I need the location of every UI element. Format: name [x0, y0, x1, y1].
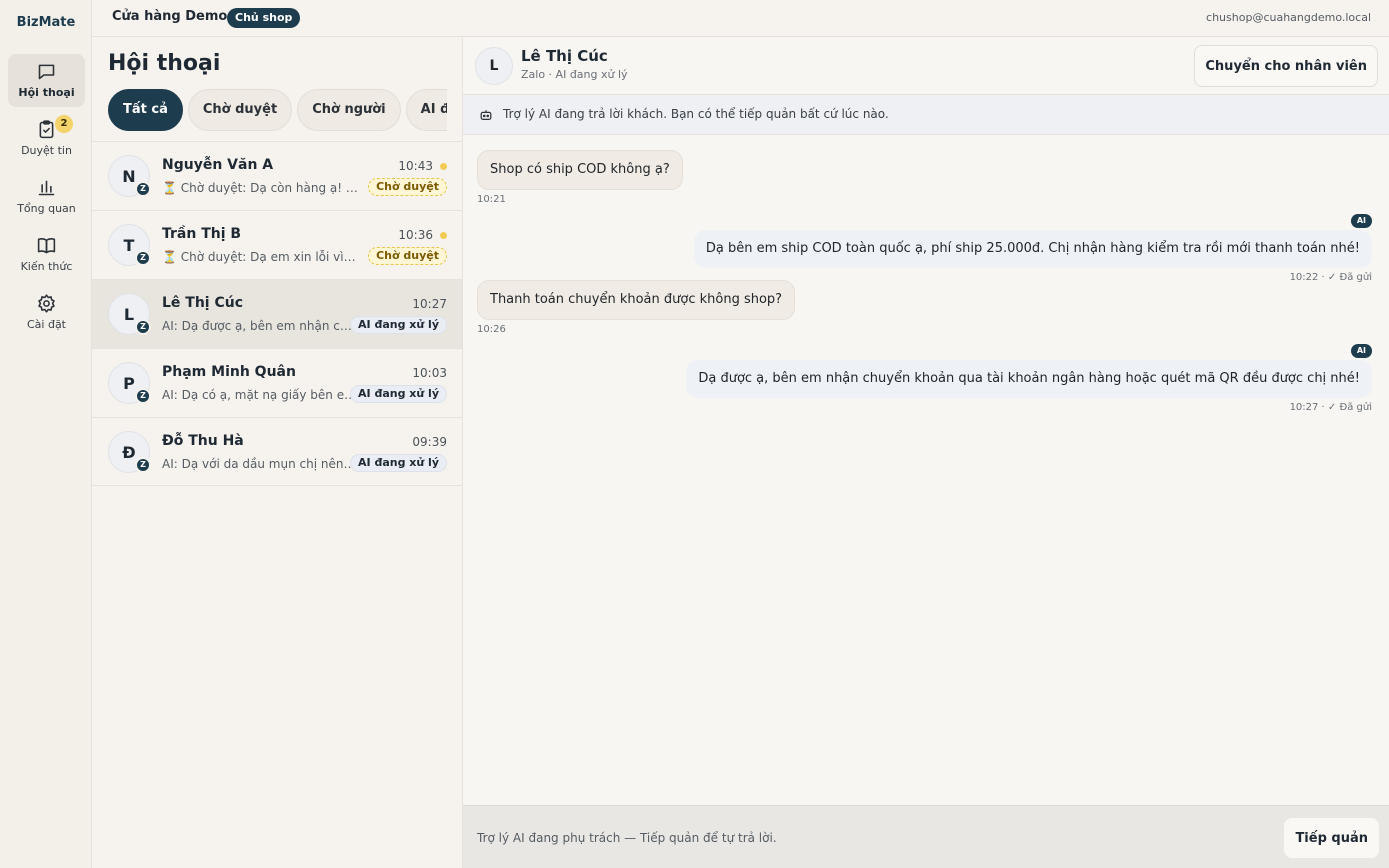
- nav-label: Duyệt tin: [21, 144, 72, 157]
- conversation-time: 10:43: [398, 159, 433, 173]
- top-bar: Cửa hàng Demo Chủ shop chushop@cuahangde…: [92, 0, 1389, 37]
- conversation-time: 10:03: [412, 366, 447, 380]
- gear-icon: [36, 293, 57, 314]
- status-badge: AI đang xử lý: [350, 385, 447, 403]
- message-incoming: Thanh toán chuyển khoản được không shop?…: [477, 280, 796, 335]
- message-bubble: Dạ được ạ, bên em nhận chuyển khoản qua …: [686, 360, 1372, 398]
- message-outgoing: AI Dạ được ạ, bên em nhận chuyển khoản q…: [686, 338, 1372, 413]
- message-meta: 10:21: [477, 194, 506, 205]
- message-bubble: Thanh toán chuyển khoản được không shop?: [477, 280, 796, 320]
- handoff-to-staff-button[interactable]: Chuyển cho nhân viên: [1194, 45, 1378, 87]
- conversation-name: Nguyễn Văn A: [162, 157, 274, 173]
- conversation-name: Lê Thị Cúc: [162, 295, 244, 311]
- conversation-item[interactable]: N Z Nguyễn Văn A 10:43 ⏳ Chờ duyệt: Dạ c…: [92, 141, 462, 210]
- ai-tag: AI: [1350, 344, 1372, 358]
- robot-icon: [479, 108, 493, 122]
- conversation-preview: AI: Dạ được ạ, bên em nhận chuyển khoản: [162, 319, 358, 333]
- message-outgoing: AI Dạ bên em ship COD toàn quốc ạ, phí s…: [693, 208, 1372, 283]
- conversation-item[interactable]: T Z Trần Thị B 10:36 ⏳ Chờ duyệt: Dạ em …: [92, 210, 462, 279]
- avatar: L: [475, 47, 513, 85]
- composer-bar: Trợ lý AI đang phụ trách — Tiếp quản để …: [463, 805, 1389, 868]
- conversation-list: N Z Nguyễn Văn A 10:43 ⏳ Chờ duyệt: Dạ c…: [92, 141, 462, 486]
- bar-chart-icon: [36, 177, 57, 198]
- filter-pending[interactable]: Chờ duyệt: [187, 89, 293, 131]
- conversation-time: 09:39: [412, 435, 447, 449]
- nav-label: Kiến thức: [20, 260, 73, 273]
- filter-all[interactable]: Tất cả: [108, 89, 183, 131]
- chat-panel: L Lê Thị Cúc Zalo · AI đang xử lý Chuyển…: [463, 37, 1389, 868]
- nav-item-settings[interactable]: Cài đặt: [8, 286, 85, 339]
- zalo-channel-icon: Z: [135, 457, 151, 473]
- zalo-channel-icon: Z: [135, 319, 151, 335]
- ai-status-banner: Trợ lý AI đang trả lời khách. Bạn có thể…: [463, 95, 1389, 135]
- message-meta: 10:22 · ✓ Đã gửi: [1289, 272, 1372, 283]
- nav-label: Hội thoại: [18, 86, 75, 99]
- nav-item-review[interactable]: 2 Duyệt tin: [8, 112, 85, 165]
- message-bubble: Shop có ship COD không ạ?: [477, 150, 683, 190]
- zalo-channel-icon: Z: [135, 250, 151, 266]
- conversation-name: Trần Thị B: [162, 226, 242, 242]
- review-count-badge: 2: [55, 115, 73, 133]
- unread-dot: [440, 163, 447, 170]
- filter-tabs: Tất cảChờ duyệtChờ ngườiAI đang xử lý: [108, 89, 447, 133]
- nav-label: Cài đặt: [26, 318, 66, 331]
- page-title: Hội thoại: [108, 51, 221, 76]
- conversation-preview: ⏳ Chờ duyệt: Dạ em xin lỗi vì trải nghiệ…: [162, 250, 358, 264]
- message-meta: 10:27 · ✓ Đã gửi: [1289, 402, 1372, 413]
- user-email[interactable]: chushop@cuahangdemo.local: [1206, 11, 1371, 24]
- conversation-item[interactable]: P Z Phạm Minh Quân 10:03 AI: Dạ có ạ, mặ…: [92, 348, 462, 417]
- conversation-item[interactable]: Đ Z Đỗ Thu Hà 09:39 AI: Dạ với da dầu mụ…: [92, 417, 462, 486]
- conversation-name: Phạm Minh Quân: [162, 364, 296, 380]
- chat-contact-name: Lê Thị Cúc: [521, 47, 608, 65]
- zalo-channel-icon: Z: [135, 388, 151, 404]
- status-badge: Chờ duyệt: [368, 178, 447, 196]
- message-meta: 10:26: [477, 324, 506, 335]
- zalo-channel-icon: Z: [135, 181, 151, 197]
- conversation-time: 10:27: [412, 297, 447, 311]
- conversation-preview: AI: Dạ có ạ, mặt nạ giấy bên em có bán: [162, 388, 358, 402]
- status-badge: AI đang xử lý: [350, 454, 447, 472]
- status-badge: AI đang xử lý: [350, 316, 447, 334]
- conversation-preview: AI: Dạ với da dầu mụn chị nên dùng: [162, 457, 358, 471]
- unread-dot: [440, 232, 447, 239]
- clipboard-check-icon: [36, 119, 57, 140]
- shop-name: Cửa hàng Demo: [112, 9, 228, 24]
- message-bubble: Dạ bên em ship COD toàn quốc ạ, phí ship…: [693, 230, 1372, 268]
- nav-label: Tổng quan: [17, 202, 76, 215]
- filter-ai-processing[interactable]: AI đang xử lý: [405, 89, 447, 131]
- takeover-button[interactable]: Tiếp quản: [1284, 818, 1379, 858]
- filter-waiting-human[interactable]: Chờ người: [297, 89, 401, 131]
- conversation-item[interactable]: L Z Lê Thị Cúc 10:27 AI: Dạ được ạ, bên …: [92, 279, 462, 348]
- role-badge: Chủ shop: [227, 8, 301, 28]
- nav-item-knowledge[interactable]: Kiến thức: [8, 228, 85, 281]
- conversation-list-panel: Hội thoại Tất cảChờ duyệtChờ ngườiAI đan…: [92, 37, 463, 868]
- nav-item-conversations[interactable]: Hội thoại: [8, 54, 85, 107]
- ai-tag: AI: [1350, 214, 1372, 228]
- chat-contact-subtitle: Zalo · AI đang xử lý: [521, 68, 628, 81]
- message-thread: Shop có ship COD không ạ? 10:21 AI Dạ bê…: [463, 135, 1389, 805]
- left-nav-rail: BizMate Hội thoại 2 Duyệt tin Tổng quan …: [0, 0, 92, 868]
- ai-banner-text: Trợ lý AI đang trả lời khách. Bạn có thể…: [503, 107, 889, 121]
- chat-icon: [36, 61, 57, 82]
- status-badge: Chờ duyệt: [368, 247, 447, 265]
- conversation-preview: ⏳ Chờ duyệt: Dạ còn hàng ạ! Shop còn siz…: [162, 181, 358, 195]
- conversation-time: 10:36: [398, 228, 433, 242]
- composer-status-text: Trợ lý AI đang phụ trách — Tiếp quản để …: [477, 831, 777, 845]
- message-incoming: Shop có ship COD không ạ? 10:21: [477, 150, 683, 205]
- book-icon: [36, 235, 57, 256]
- nav-item-overview[interactable]: Tổng quan: [8, 170, 85, 223]
- conversation-name: Đỗ Thu Hà: [162, 433, 244, 449]
- chat-header: L Lê Thị Cúc Zalo · AI đang xử lý Chuyển…: [463, 37, 1389, 95]
- brand-logo: BizMate: [16, 15, 76, 30]
